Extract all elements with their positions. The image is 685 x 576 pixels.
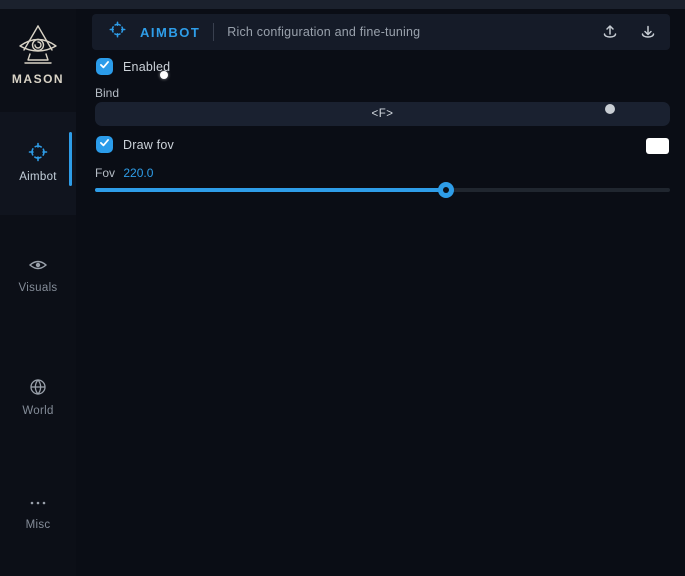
page-subtitle: Rich configuration and fine-tuning xyxy=(227,25,420,39)
draw-fov-checkbox[interactable] xyxy=(96,136,113,153)
sidebar-item-visuals[interactable]: Visuals xyxy=(0,257,76,294)
particle-dot xyxy=(605,104,615,114)
crosshair-icon xyxy=(0,142,76,167)
brand-logo: MASON xyxy=(0,23,76,86)
download-icon xyxy=(640,28,656,43)
sidebar-item-label: Aimbot xyxy=(0,171,76,183)
enabled-checkbox[interactable] xyxy=(96,58,113,75)
page-title: AIMBOT xyxy=(140,25,200,40)
check-icon xyxy=(98,58,111,76)
sidebar-item-label: Misc xyxy=(0,519,76,531)
fov-slider[interactable] xyxy=(95,188,670,192)
fov-label-row: Fov 220.0 xyxy=(95,166,153,180)
eye-pyramid-icon xyxy=(0,23,76,69)
app-window: MASON Aimbot Visuals xyxy=(0,0,685,576)
divider xyxy=(213,23,214,41)
fov-color-swatch[interactable] xyxy=(646,138,669,154)
upload-icon xyxy=(602,28,618,43)
brand-name: MASON xyxy=(0,72,76,86)
bind-label: Bind xyxy=(95,86,119,100)
sidebar-item-label: Visuals xyxy=(0,282,76,294)
check-icon xyxy=(98,136,111,154)
crosshair-icon xyxy=(109,21,126,43)
bind-input[interactable]: <F> xyxy=(95,102,670,126)
sidebar-item-misc[interactable]: Misc xyxy=(0,496,76,531)
draw-fov-label: Draw fov xyxy=(123,138,174,152)
sidebar-item-label: World xyxy=(0,405,76,417)
active-indicator xyxy=(69,132,72,186)
sidebar: MASON Aimbot Visuals xyxy=(0,9,76,576)
fov-label: Fov xyxy=(95,166,115,180)
sidebar-item-aimbot[interactable]: Aimbot xyxy=(0,112,76,215)
ellipsis-icon xyxy=(0,496,76,515)
fov-slider-fill xyxy=(95,188,446,192)
upload-config-button[interactable] xyxy=(600,22,620,42)
window-top-strip xyxy=(0,0,685,9)
download-config-button[interactable] xyxy=(638,22,658,42)
page-header: AIMBOT Rich configuration and fine-tunin… xyxy=(92,14,670,50)
cursor-dot xyxy=(160,71,168,79)
eye-icon xyxy=(0,257,76,278)
globe-icon xyxy=(0,378,76,401)
fov-value: 220.0 xyxy=(123,166,153,180)
fov-slider-handle[interactable] xyxy=(438,182,454,198)
sidebar-item-world[interactable]: World xyxy=(0,378,76,417)
